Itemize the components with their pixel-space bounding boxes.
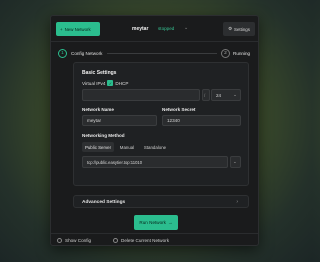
network-name-input[interactable]: meytar: [82, 115, 157, 126]
cidr-input[interactable]: 24 ⌄: [211, 89, 241, 101]
dhcp-label: DHCP: [115, 80, 129, 86]
method-manual[interactable]: Manual: [116, 142, 138, 152]
method-standalone[interactable]: Standalone: [140, 142, 170, 152]
networking-method-label: Networking Method: [82, 133, 125, 138]
network-secret-label: Network Secret: [162, 107, 196, 112]
step-1-label: Config Network: [71, 51, 103, 56]
delete-network-label: Delete Current Network: [121, 238, 169, 243]
chevron-down-icon[interactable]: ⌄: [184, 25, 188, 31]
ipv4-label: Virtual IPv4: [82, 80, 106, 86]
show-config-button[interactable]: Show Config: [57, 238, 91, 243]
cidr-value: 24: [216, 92, 222, 98]
file-icon: [57, 238, 62, 243]
ipv4-label-row: Virtual IPv4 ✓ DHCP: [82, 80, 128, 86]
server-dropdown-button[interactable]: ⌄: [230, 156, 241, 168]
step-1-indicator: 1: [58, 49, 67, 58]
top-bar: + New Network meytar stopped ⌄ ⚙ Setting…: [51, 16, 258, 42]
advanced-settings-toggle[interactable]: Advanced Settings ›: [73, 195, 249, 208]
dhcp-checkbox[interactable]: ✓: [107, 80, 114, 86]
stepper: 1 Config Network 2 Running: [51, 45, 258, 59]
arrow-right-icon: →: [167, 220, 173, 225]
method-public-server[interactable]: Public Server: [82, 142, 114, 152]
advanced-settings-label: Advanced Settings: [82, 200, 126, 205]
network-status: stopped: [158, 26, 175, 31]
new-network-button[interactable]: + New Network: [56, 22, 100, 36]
server-url-input[interactable]: tcp://public.easytier.top:11010: [82, 156, 228, 168]
network-secret-input[interactable]: 12340: [162, 115, 241, 126]
run-network-button[interactable]: Run Network →: [134, 215, 178, 230]
trash-icon: [113, 238, 118, 243]
step-connector: [107, 53, 217, 54]
basic-settings-title: Basic Settings: [82, 70, 117, 76]
step-2-label: Running: [233, 51, 251, 56]
app-window: + New Network meytar stopped ⌄ ⚙ Setting…: [50, 15, 259, 246]
basic-settings-panel: Basic Settings Virtual IPv4 ✓ DHCP / 24 …: [73, 62, 249, 186]
show-config-label: Show Config: [65, 238, 92, 243]
new-network-label: New Network: [64, 26, 91, 32]
gear-icon: ⚙: [228, 26, 233, 31]
run-network-label: Run Network: [139, 220, 166, 225]
chevron-down-icon: ⌄: [233, 92, 237, 97]
slash-separator: /: [202, 89, 210, 101]
ipv4-input[interactable]: [82, 89, 200, 101]
network-title[interactable]: meytar: [132, 26, 148, 32]
delete-network-button[interactable]: Delete Current Network: [113, 238, 169, 243]
bottom-bar: Show Config Delete Current Network: [51, 233, 258, 247]
settings-label: Settings: [234, 26, 250, 32]
plus-icon: +: [60, 26, 63, 32]
chevron-right-icon: ›: [236, 199, 238, 205]
network-name-label: Network Name: [82, 107, 114, 112]
step-2-indicator: 2: [221, 49, 230, 58]
settings-button[interactable]: ⚙ Settings: [223, 22, 255, 36]
